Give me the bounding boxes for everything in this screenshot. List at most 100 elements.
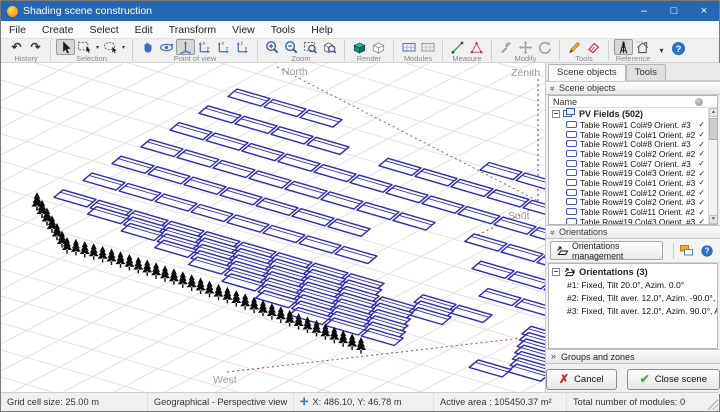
- scene-object-row[interactable]: Table Row#19 Col#2 Orient. #3✓: [549, 198, 717, 208]
- check-icon[interactable]: ✓: [698, 217, 705, 225]
- groups-and-zones-bar[interactable]: » Groups and zones: [546, 349, 720, 364]
- module-blue-icon: [401, 40, 417, 54]
- scene-object-label: Table Row#1 Col#9 Orient. #3: [580, 120, 691, 130]
- orientations-management-button[interactable]: Orientations management: [550, 241, 663, 260]
- tree: [133, 257, 143, 274]
- scene-object-row[interactable]: Table Row#1 Col#9 Orient. #3 ✓: [549, 120, 717, 130]
- close-button[interactable]: ×: [689, 1, 719, 21]
- scene-object-row[interactable]: Table Row#19 Col#2 Orient. #2✓: [549, 149, 717, 159]
- scroll-down-icon[interactable]: ▼: [709, 215, 718, 224]
- resize-grip[interactable]: [707, 399, 718, 410]
- draw-pencil-button[interactable]: [565, 39, 584, 55]
- scene-object-row[interactable]: Table Row#1 Col#12 Orient. #2✓: [549, 188, 717, 198]
- select-lasso-button[interactable]: [101, 39, 120, 55]
- zoom-window-button[interactable]: [301, 39, 320, 55]
- menu-transform[interactable]: Transform: [161, 21, 224, 38]
- separator: [50, 40, 51, 61]
- select-pointer-button[interactable]: [56, 39, 75, 55]
- view-xy-button[interactable]: xy: [195, 39, 214, 55]
- scroll-up-icon[interactable]: ▲: [709, 108, 718, 117]
- check-icon[interactable]: ✓: [698, 178, 705, 187]
- cancel-button[interactable]: ✗ Cancel: [546, 369, 617, 390]
- undo-button[interactable]: ↶: [7, 39, 26, 55]
- scene-object-row[interactable]: Table Row#19 Col#3 Orient. #3✓: [549, 217, 717, 225]
- render-wire-button[interactable]: [369, 39, 388, 55]
- menu-tools[interactable]: Tools: [263, 21, 304, 38]
- modify-rotate-button[interactable]: [535, 39, 554, 55]
- help-icon[interactable]: ?: [699, 241, 716, 260]
- reference-mast-button[interactable]: N: [614, 39, 633, 55]
- orientations-header[interactable]: » Orientations: [546, 225, 720, 239]
- chevron-down-icon[interactable]: ▾: [94, 44, 101, 51]
- collapse-node-icon[interactable]: −: [552, 110, 560, 118]
- scene-canvas[interactable]: NorthZenithEastSoutWest: [1, 63, 546, 394]
- check-icon[interactable]: ✓: [698, 120, 705, 129]
- zoom-in-button[interactable]: [263, 39, 282, 55]
- measure-angle-button[interactable]: [467, 39, 486, 55]
- view-zy-button[interactable]: zy: [233, 39, 252, 55]
- render-solid-button[interactable]: [350, 39, 369, 55]
- visibility-icon[interactable]: [695, 98, 703, 106]
- scene-viewport[interactable]: NorthZenithEastSoutWest: [1, 63, 546, 394]
- check-icon[interactable]: ✓: [698, 208, 705, 217]
- menu-file[interactable]: File: [1, 21, 34, 38]
- menu-select[interactable]: Select: [81, 21, 126, 38]
- tree: [116, 251, 126, 268]
- close-scene-button[interactable]: ✔ Close scene: [627, 369, 720, 390]
- check-icon[interactable]: ✓: [698, 198, 705, 207]
- select-rectangle-button[interactable]: [75, 39, 94, 55]
- tree: [124, 254, 134, 271]
- check-icon[interactable]: ✓: [698, 130, 705, 139]
- menu-create[interactable]: Create: [34, 21, 82, 38]
- chevron-down-icon[interactable]: ▾: [120, 44, 127, 51]
- modules-hide-button[interactable]: [418, 39, 437, 55]
- measure-distance-button[interactable]: [448, 39, 467, 55]
- toolbar-overflow-button[interactable]: ▾: [658, 46, 665, 55]
- orientation-colors-button[interactable]: [678, 241, 695, 260]
- menu-edit[interactable]: Edit: [127, 21, 161, 38]
- scene-object-row[interactable]: Table Row#19 Col#3 Orient. #2✓: [549, 168, 717, 178]
- zoom-all-button[interactable]: [320, 39, 339, 55]
- orientation-row[interactable]: #3: Fixed, Tilt aver. 12.0°, Azim. 90.0°…: [549, 304, 717, 317]
- menu-view[interactable]: View: [224, 21, 263, 38]
- check-icon[interactable]: ✓: [698, 159, 705, 168]
- orientations-root[interactable]: − Orientations (3): [549, 264, 717, 278]
- table-icon: [566, 120, 577, 130]
- help-icon[interactable]: ?: [671, 41, 686, 61]
- menu-help[interactable]: Help: [303, 21, 341, 38]
- reference-building-button[interactable]: [633, 39, 652, 55]
- tab-tools[interactable]: Tools: [626, 64, 666, 80]
- svg-text:z: z: [226, 45, 229, 50]
- scrollbar-thumb[interactable]: [709, 118, 718, 140]
- orbit-button[interactable]: [157, 39, 176, 55]
- modules-show-button[interactable]: [399, 39, 418, 55]
- pan-button[interactable]: [138, 39, 157, 55]
- check-icon[interactable]: ✓: [698, 149, 705, 158]
- check-icon[interactable]: ✓: [698, 140, 705, 149]
- view-xz-button[interactable]: xz: [214, 39, 233, 55]
- zoom-out-button[interactable]: [282, 39, 301, 55]
- scene-object-row[interactable]: Table Row#1 Col#11 Orient. #2✓: [549, 207, 717, 217]
- scene-object-row[interactable]: Table Row#1 Col#7 Orient. #3✓: [549, 159, 717, 169]
- scene-object-row[interactable]: Table Row#19 Col#1 Orient. #3✓: [549, 178, 717, 188]
- scene-objects-header[interactable]: » Scene objects: [546, 81, 720, 95]
- axes-view-button[interactable]: [176, 39, 195, 55]
- modify-edit-button[interactable]: [497, 39, 516, 55]
- name-column-header[interactable]: Name: [549, 96, 717, 108]
- list-scrollbar[interactable]: ▲ ▼: [708, 108, 717, 224]
- eraser-button[interactable]: [584, 39, 603, 55]
- orientation-row[interactable]: #1: Fixed, Tilt 20.0°, Azim. 0.0°: [549, 278, 717, 291]
- pv-fields-root[interactable]: − PV Fields (502): [549, 108, 717, 120]
- tab-scene-objects[interactable]: Scene objects: [548, 64, 626, 81]
- check-icon[interactable]: ✓: [698, 188, 705, 197]
- maximize-button[interactable]: □: [659, 1, 689, 21]
- collapse-node-icon[interactable]: −: [552, 268, 560, 276]
- pv-tables[interactable]: [54, 89, 546, 385]
- check-icon[interactable]: ✓: [698, 169, 705, 178]
- modify-move-button[interactable]: [516, 39, 535, 55]
- scene-object-row[interactable]: Table Row#19 Col#1 Orient. #2✓: [549, 130, 717, 140]
- scene-object-row[interactable]: Table Row#1 Col#8 Orient. #3✓: [549, 139, 717, 149]
- orientation-row[interactable]: #2: Fixed, Tilt aver. 12.0°, Azim. -90.0…: [549, 291, 717, 304]
- redo-button[interactable]: ↷: [26, 39, 45, 55]
- minimize-button[interactable]: –: [629, 1, 659, 21]
